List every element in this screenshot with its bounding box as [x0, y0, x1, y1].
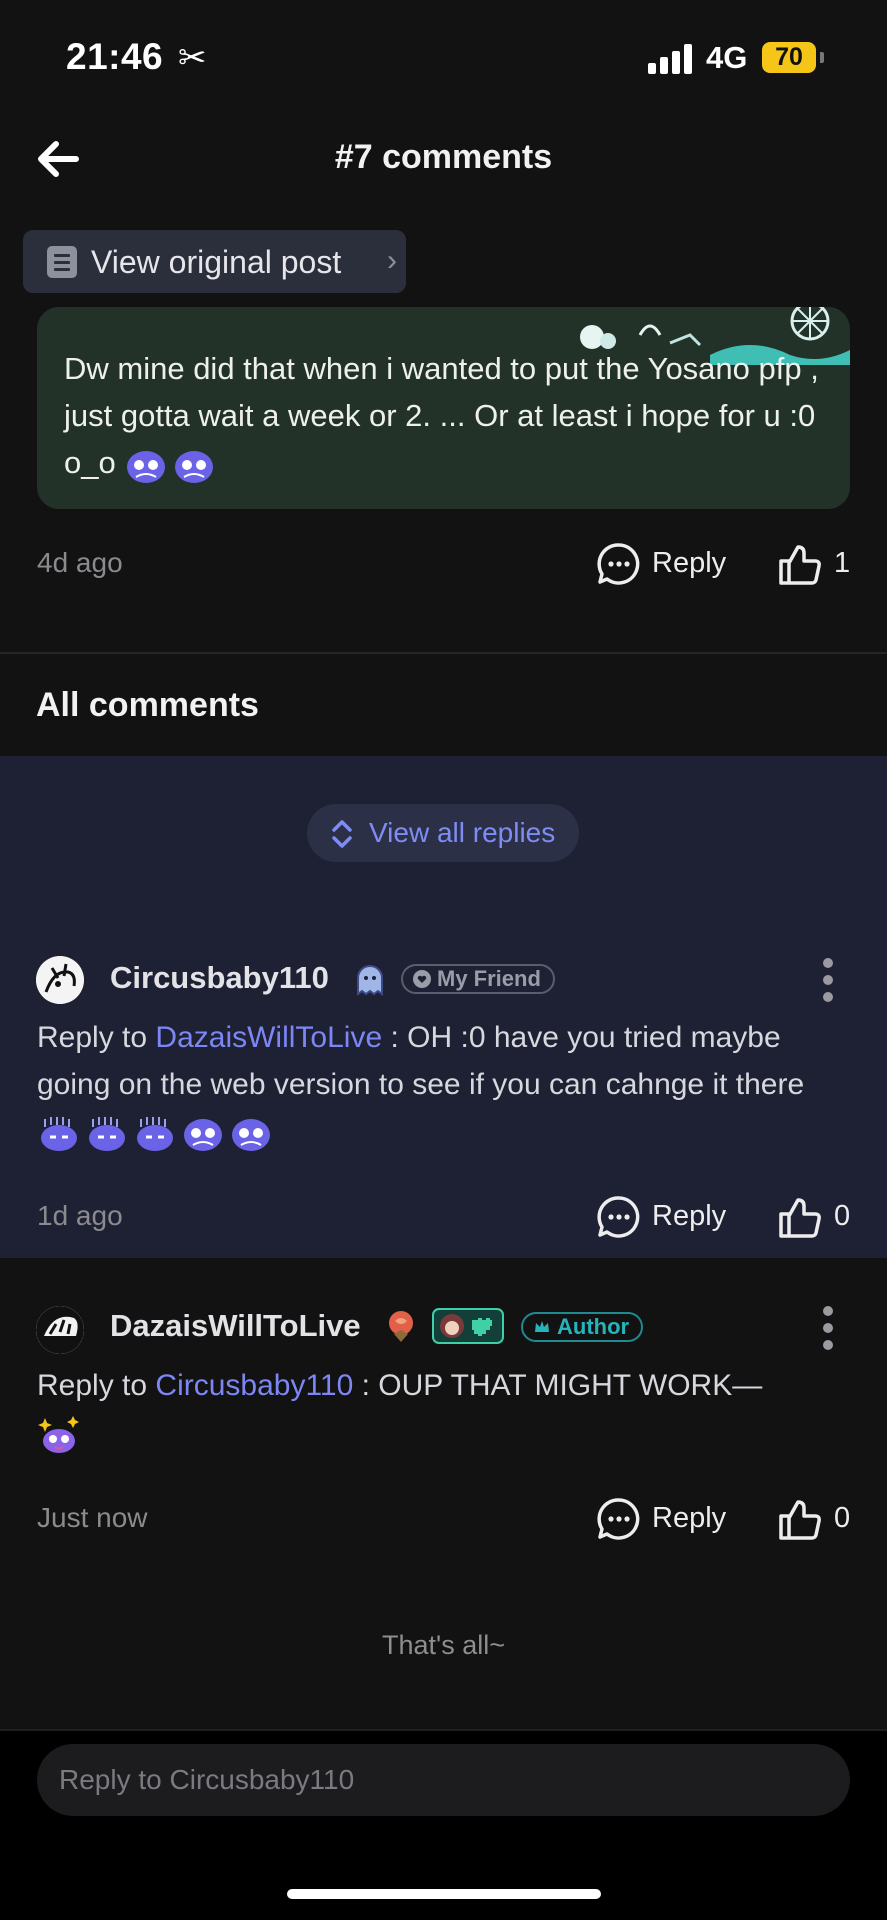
crying-emoji-icon	[127, 450, 166, 483]
chat-bubble-icon	[597, 1498, 640, 1540]
scissors-icon: ✂	[178, 39, 207, 77]
reply-to-prefix: Reply to	[37, 1021, 148, 1054]
ghost-sticker-icon	[357, 965, 383, 996]
friend-badge: My Friend	[401, 964, 555, 994]
sad-emoji-icon	[41, 1117, 77, 1152]
all-comments-heading: All comments	[36, 686, 259, 724]
comment-time: 1d ago	[37, 1200, 123, 1231]
status-time: 21:46	[66, 36, 164, 77]
like-button[interactable]: 1	[776, 535, 876, 595]
reply-label: Reply	[652, 1200, 727, 1232]
comment-body: Reply to DazaisWillToLive : OH :0 have y…	[37, 1014, 857, 1155]
status-bar: 21:46 ✂ 4G 70	[0, 0, 887, 118]
comment-text: : OH :0 have you tried maybe going on th…	[37, 1021, 805, 1101]
crying-emoji-icon	[175, 450, 214, 483]
comment-actions: Just now Reply 0	[0, 1490, 887, 1550]
battery-tip	[820, 52, 824, 63]
thumbs-up-icon	[779, 545, 821, 585]
like-count: 0	[834, 1200, 851, 1232]
reply-button[interactable]: Reply	[596, 535, 736, 595]
mention-link[interactable]: DazaisWillToLive	[155, 1021, 382, 1054]
author-badge: Author	[521, 1312, 644, 1342]
chat-bubble-icon	[597, 1196, 640, 1238]
document-icon	[47, 246, 77, 278]
section-divider	[0, 652, 887, 654]
end-of-list-label: That's all~	[382, 1630, 505, 1660]
mention-link[interactable]: Circusbaby110	[155, 1369, 353, 1402]
chat-bubble-icon	[597, 543, 640, 585]
quoted-comment-actions: 4d ago Reply 1	[0, 535, 887, 595]
avatar[interactable]	[36, 956, 84, 1004]
comment-text: : OUP THAT MIGHT WORK—	[353, 1369, 763, 1402]
battery-icon: 70	[762, 42, 816, 73]
comment-time: 4d ago	[37, 547, 123, 578]
comment-actions: 1d ago Reply 0	[0, 1188, 887, 1248]
view-all-replies-button[interactable]: View all replies	[307, 804, 579, 862]
quoted-comment-text: Dw mine did that when i wanted to put th…	[64, 345, 824, 486]
comments-page: 21:46 ✂ 4G 70 #7 comments View original …	[0, 0, 887, 1920]
sad-emoji-icon	[89, 1117, 125, 1152]
more-options-button[interactable]	[816, 958, 840, 1002]
view-original-post-button[interactable]: View original post ›	[23, 230, 406, 293]
username[interactable]: Circusbaby110	[110, 960, 329, 996]
character-tag-icon	[432, 1308, 504, 1344]
signal-icon	[648, 44, 694, 74]
expand-icon	[332, 820, 352, 848]
avatar[interactable]	[36, 1306, 84, 1354]
reply-button[interactable]: Reply	[596, 1490, 736, 1550]
reply-input[interactable]	[37, 1744, 850, 1816]
username[interactable]: DazaisWillToLive	[110, 1308, 361, 1344]
chevron-right-icon: ›	[387, 244, 397, 277]
rose-sticker-icon	[389, 1311, 413, 1342]
heart-icon	[413, 970, 431, 988]
reply-to-prefix: Reply to	[37, 1369, 148, 1402]
sparkle-emoji-icon	[38, 1416, 79, 1454]
quoted-comment-bubble: Dw mine did that when i wanted to put th…	[37, 307, 850, 509]
more-options-button[interactable]	[816, 1306, 840, 1350]
comment-time: Just now	[37, 1502, 148, 1533]
crying-emoji-icon	[232, 1119, 270, 1152]
view-post-label: View original post	[91, 244, 342, 280]
network-label: 4G	[706, 40, 748, 75]
friend-badge-label: My Friend	[437, 966, 541, 991]
author-badge-label: Author	[557, 1314, 630, 1339]
like-count: 1	[834, 547, 851, 579]
view-all-replies-label: View all replies	[369, 817, 556, 848]
thumbs-up-icon	[779, 1500, 821, 1540]
comment-body: Reply to Circusbaby110 : OUP THAT MIGHT …	[37, 1362, 857, 1456]
page-title: #7 comments	[334, 138, 553, 176]
reply-button[interactable]: Reply	[596, 1188, 736, 1248]
sad-emoji-icon	[137, 1117, 173, 1152]
home-indicator	[287, 1889, 601, 1899]
like-button[interactable]: 0	[776, 1490, 876, 1550]
crown-icon	[535, 1321, 549, 1332]
header: #7 comments	[0, 118, 887, 198]
crying-emoji-icon	[184, 1119, 222, 1152]
thumbs-up-icon	[779, 1198, 821, 1238]
reply-label: Reply	[652, 547, 727, 579]
reply-label: Reply	[652, 1502, 727, 1534]
like-button[interactable]: 0	[776, 1188, 876, 1248]
like-count: 0	[834, 1502, 851, 1534]
